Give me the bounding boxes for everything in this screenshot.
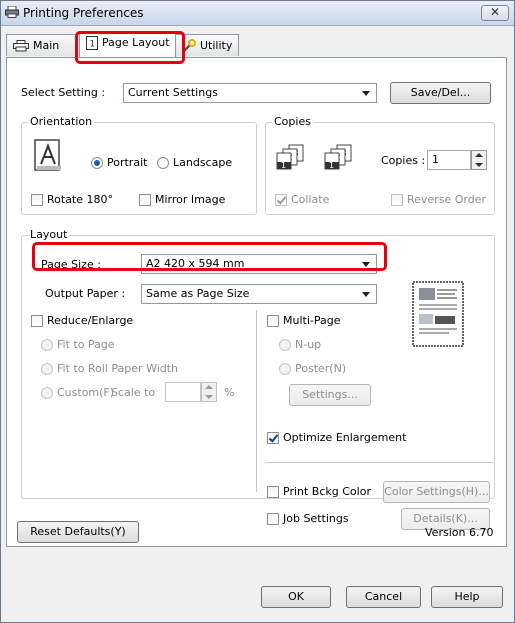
reverse-order-label: Reverse Order <box>407 193 486 206</box>
save-del-button[interactable]: Save/Del... <box>390 82 491 104</box>
print-bckg-color-checkbox[interactable] <box>267 486 279 498</box>
fit-to-page-label: Fit to Page <box>57 338 115 351</box>
collated-copies-icon: 3 2 1 <box>276 144 304 170</box>
reverse-order-checkbox[interactable] <box>391 194 403 206</box>
multi-page-settings-button[interactable]: Settings... <box>289 384 371 406</box>
fit-to-page-radio[interactable] <box>41 339 53 351</box>
printing-preferences-window: Printing Preferences ✕ Main 1 Page Layou… <box>0 0 515 623</box>
fit-to-roll-label: Fit to Roll Paper Width <box>57 362 179 375</box>
collate-label: Collate <box>291 193 330 206</box>
highlight-page-size <box>32 242 387 271</box>
portrait-label: Portrait <box>107 156 148 169</box>
percent-label: % <box>224 386 235 399</box>
optimize-separator <box>265 462 493 463</box>
copies-label: Copies : <box>381 154 426 167</box>
mirror-image-checkbox[interactable] <box>139 194 151 206</box>
select-setting-label: Select Setting : <box>21 86 106 99</box>
poster-label: Poster(N) <box>295 362 347 375</box>
landscape-label: Landscape <box>173 156 233 169</box>
fit-to-roll-radio[interactable] <box>41 363 53 375</box>
copies-input[interactable]: 1 <box>427 150 471 170</box>
spin-down-icon <box>205 395 213 399</box>
svg-text:1: 1 <box>329 161 334 170</box>
poster-radio[interactable] <box>279 363 291 375</box>
multi-page-label: Multi-Page <box>283 314 341 327</box>
cancel-button[interactable]: Cancel <box>346 586 421 608</box>
ok-button[interactable]: OK <box>261 586 331 608</box>
output-paper-value: Same as Page Size <box>146 287 250 300</box>
select-setting-dropdown[interactable]: Current Settings <box>123 83 377 103</box>
optimize-enlargement-label: Optimize Enlargement <box>283 431 407 444</box>
layout-group-label: Layout <box>28 228 70 241</box>
spin-up-icon <box>205 385 213 389</box>
highlight-page-layout-tab <box>75 31 185 64</box>
output-paper-label: Output Paper : <box>45 287 126 300</box>
mirror-image-label: Mirror Image <box>155 193 226 206</box>
collated-copies-icon-2: 3 2 1 <box>324 144 352 170</box>
portrait-radio[interactable] <box>91 157 103 169</box>
optimize-enlargement-checkbox[interactable] <box>267 432 279 444</box>
rotate-180-checkbox[interactable] <box>31 194 43 206</box>
reset-defaults-button[interactable]: Reset Defaults(Y) <box>17 521 139 543</box>
multi-page-checkbox[interactable] <box>267 315 279 327</box>
portrait-page-icon <box>34 139 61 171</box>
landscape-radio[interactable] <box>157 157 169 169</box>
layout-divider <box>256 310 257 492</box>
tab-utility-label: Utility <box>200 39 233 52</box>
version-label: Version 6.70 <box>425 526 494 539</box>
n-up-label: N-up <box>295 338 322 351</box>
scale-to-label: Scale to <box>111 386 156 399</box>
close-button[interactable]: ✕ <box>481 5 509 21</box>
spin-up-icon <box>475 153 483 157</box>
job-settings-label: Job Settings <box>283 512 349 525</box>
collate-checkbox[interactable] <box>275 194 287 206</box>
chevron-down-icon <box>362 292 370 297</box>
scale-input[interactable] <box>165 382 201 402</box>
copies-group-label: Copies <box>272 115 313 128</box>
job-settings-checkbox[interactable] <box>267 513 279 525</box>
copies-spinner[interactable] <box>471 150 487 170</box>
chevron-down-icon <box>362 91 370 96</box>
printer-icon <box>13 40 29 52</box>
page-preview-image <box>412 281 464 347</box>
page-layout-panel: Select Setting : Current Settings Save/D… <box>6 57 507 547</box>
help-button[interactable]: Help <box>431 586 503 608</box>
rotate-180-label: Rotate 180° <box>47 193 114 206</box>
window-title: Printing Preferences <box>23 6 144 20</box>
svg-text:1: 1 <box>281 161 286 170</box>
spin-down-icon <box>475 163 483 167</box>
orientation-group-label: Orientation <box>28 115 95 128</box>
n-up-radio[interactable] <box>279 339 291 351</box>
select-setting-value: Current Settings <box>128 86 218 99</box>
title-bar: Printing Preferences ✕ <box>1 1 514 26</box>
scale-spinner[interactable] <box>201 382 217 402</box>
reduce-enlarge-label: Reduce/Enlarge <box>47 314 134 327</box>
reduce-enlarge-checkbox[interactable] <box>31 315 43 327</box>
printer-icon <box>5 6 19 18</box>
output-paper-dropdown[interactable]: Same as Page Size <box>141 284 377 304</box>
tab-main-label: Main <box>33 39 60 52</box>
color-settings-button[interactable]: Color Settings(H)... <box>383 481 490 503</box>
print-bckg-color-label: Print Bckg Color <box>283 485 371 498</box>
tab-main[interactable]: Main <box>6 34 80 56</box>
custom-label: Custom(F) <box>57 386 115 399</box>
custom-radio[interactable] <box>41 387 53 399</box>
